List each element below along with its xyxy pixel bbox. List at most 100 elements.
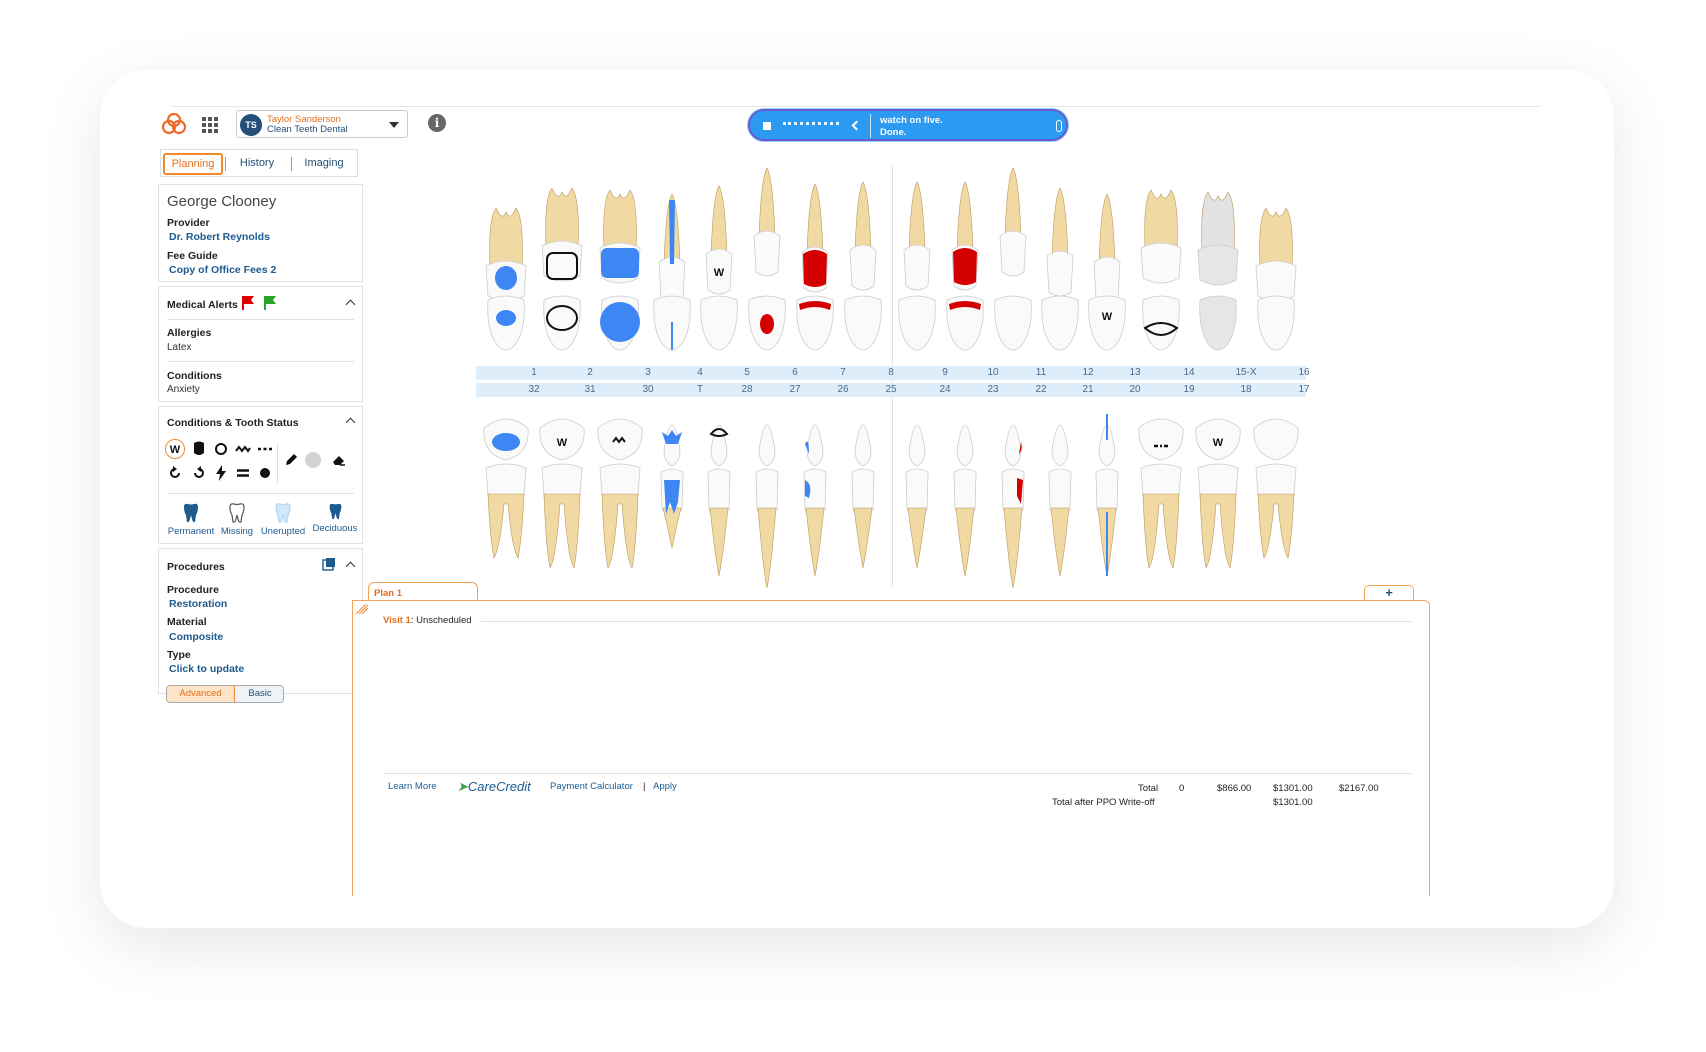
visit-label[interactable]: Visit 1 bbox=[383, 615, 411, 626]
drag-handle-icon[interactable] bbox=[1056, 120, 1062, 132]
tooth-number[interactable]: 13 bbox=[1107, 366, 1163, 380]
svg-text:W: W bbox=[1102, 311, 1113, 323]
tooth-2[interactable] bbox=[532, 168, 592, 368]
payment-calculator-link[interactable]: Payment Calculator bbox=[550, 781, 633, 792]
tab-planning[interactable]: Planning bbox=[163, 153, 223, 175]
avatar: TS bbox=[240, 114, 262, 136]
rotate-right-condition-icon[interactable] bbox=[189, 463, 209, 483]
type-value[interactable]: Click to update bbox=[169, 663, 244, 675]
carecredit-logo[interactable]: ➤CareCredit bbox=[457, 779, 531, 795]
tooth-number[interactable]: 8 bbox=[863, 366, 919, 380]
material-value[interactable]: Composite bbox=[169, 631, 223, 643]
tooth-number[interactable]: 32 bbox=[506, 383, 562, 397]
red-flag-icon[interactable] bbox=[241, 295, 255, 311]
tooth-number[interactable]: 3 bbox=[620, 366, 676, 380]
equals-condition-icon[interactable] bbox=[233, 463, 253, 483]
tooth-number[interactable]: 16 bbox=[1276, 366, 1332, 380]
rotate-left-condition-icon[interactable] bbox=[165, 463, 185, 483]
collapse-chevron-icon[interactable] bbox=[345, 299, 356, 310]
tooth-25[interactable] bbox=[833, 398, 893, 598]
divider bbox=[383, 773, 1411, 774]
tooth-number[interactable]: 25 bbox=[863, 383, 919, 397]
procedure-library-icon[interactable] bbox=[322, 557, 336, 571]
total-ins: $866.00 bbox=[1217, 783, 1252, 794]
basic-button[interactable]: Basic bbox=[235, 686, 283, 702]
pencil-icon[interactable] bbox=[281, 450, 301, 470]
tooth-8[interactable] bbox=[833, 168, 893, 368]
carecredit-label: CareCredit bbox=[467, 779, 531, 794]
mode-toggle: Advanced Basic bbox=[166, 685, 284, 703]
collapse-chevron-icon[interactable] bbox=[345, 561, 356, 572]
tooth-type-missing[interactable]: Missing bbox=[217, 503, 257, 537]
allergies-value: Latex bbox=[167, 342, 192, 353]
tooth-type-deciduous[interactable]: Deciduous bbox=[309, 503, 361, 534]
tooth-type-permanent[interactable]: Permanent bbox=[165, 503, 217, 537]
tooth-number[interactable]: 2 bbox=[562, 366, 618, 380]
user-clinic-select[interactable]: TS Taylor Sanderson Clean Teeth Dental bbox=[236, 110, 408, 138]
allergies-label: Allergies bbox=[167, 327, 212, 339]
chevron-left-icon[interactable] bbox=[851, 120, 862, 131]
info-icon[interactable]: i bbox=[428, 114, 446, 132]
add-plan-button[interactable]: + bbox=[1364, 585, 1414, 600]
plan-tab[interactable]: Plan 1 bbox=[368, 582, 478, 602]
tooth-number[interactable]: 20 bbox=[1107, 383, 1163, 397]
tooth-13[interactable]: W bbox=[1077, 168, 1137, 368]
tooth-3[interactable] bbox=[590, 168, 650, 368]
collapse-chevron-icon[interactable] bbox=[345, 417, 356, 428]
stop-icon[interactable] bbox=[763, 122, 771, 130]
tooth-31[interactable]: W bbox=[532, 398, 592, 598]
material-label: Material bbox=[167, 616, 207, 628]
fracture-condition-icon[interactable] bbox=[233, 439, 253, 459]
dot-condition-icon[interactable] bbox=[255, 463, 275, 483]
tooth-15-X[interactable] bbox=[1188, 168, 1248, 368]
fee-guide-link[interactable]: Copy of Office Fees 2 bbox=[169, 264, 276, 276]
tooth-16[interactable] bbox=[1246, 168, 1306, 368]
lightning-condition-icon[interactable] bbox=[211, 463, 231, 483]
tooth-number[interactable]: 1 bbox=[506, 366, 562, 380]
tooth-number[interactable]: 18 bbox=[1218, 383, 1274, 397]
tab-history[interactable]: History bbox=[227, 153, 287, 175]
medical-alerts-panel: Medical Alerts Allergies Latex Condition… bbox=[158, 286, 363, 402]
carecredit-leaf-icon: ➤ bbox=[457, 779, 468, 794]
tooth-19[interactable] bbox=[1131, 398, 1191, 598]
dashes-condition-icon[interactable] bbox=[255, 439, 275, 459]
tooth-14[interactable] bbox=[1131, 168, 1191, 368]
tooth-number[interactable]: 30 bbox=[620, 383, 676, 397]
provider-link[interactable]: Dr. Robert Reynolds bbox=[169, 231, 270, 243]
missing-tooth-icon bbox=[229, 503, 245, 523]
tooth-number[interactable]: 17 bbox=[1276, 383, 1332, 397]
tooth-30[interactable] bbox=[590, 398, 650, 598]
tooth-number[interactable]: 15-X bbox=[1218, 366, 1274, 380]
visit-status: : Unscheduled bbox=[410, 615, 472, 626]
eraser-icon[interactable] bbox=[329, 450, 349, 470]
provider-label: Provider bbox=[167, 217, 210, 229]
ring-condition-icon[interactable] bbox=[211, 439, 231, 459]
wear-condition-icon[interactable]: W bbox=[165, 439, 185, 459]
upper-tooth-numbers: 1 2 3 4 5 6 7 8 9 10 11 12 13 14 15-X 16 bbox=[476, 366, 1310, 380]
tooth-1[interactable] bbox=[476, 168, 536, 368]
tooth-number[interactable]: 31 bbox=[562, 383, 618, 397]
divider bbox=[167, 319, 354, 320]
apps-grid-icon[interactable] bbox=[202, 117, 218, 133]
advanced-button[interactable]: Advanced bbox=[167, 686, 235, 702]
learn-more-link[interactable]: Learn More bbox=[388, 781, 437, 792]
tooth-17[interactable] bbox=[1246, 398, 1306, 598]
divider bbox=[481, 621, 1411, 622]
tab-separator bbox=[291, 157, 292, 171]
tooth-number[interactable]: 14 bbox=[1161, 366, 1217, 380]
tab-imaging[interactable]: Imaging bbox=[293, 153, 355, 175]
conditions-status-title: Conditions & Tooth Status bbox=[167, 417, 299, 429]
tooth-20[interactable] bbox=[1077, 398, 1137, 598]
resize-grip-icon[interactable] bbox=[355, 603, 369, 615]
tooth-number[interactable]: 19 bbox=[1161, 383, 1217, 397]
color-swatch-icon[interactable] bbox=[303, 450, 323, 470]
procedure-value[interactable]: Restoration bbox=[169, 598, 227, 610]
crown-condition-icon[interactable] bbox=[189, 439, 209, 459]
conditions-value: Anxiety bbox=[167, 384, 200, 395]
green-flag-icon[interactable] bbox=[263, 295, 277, 311]
tooth-type-unerupted[interactable]: Unerupted bbox=[257, 503, 309, 537]
apply-link[interactable]: Apply bbox=[653, 781, 677, 792]
tooth-18[interactable]: W bbox=[1188, 398, 1248, 598]
tooth-32[interactable] bbox=[476, 398, 536, 598]
tooth-type-label: Unerupted bbox=[260, 526, 306, 537]
